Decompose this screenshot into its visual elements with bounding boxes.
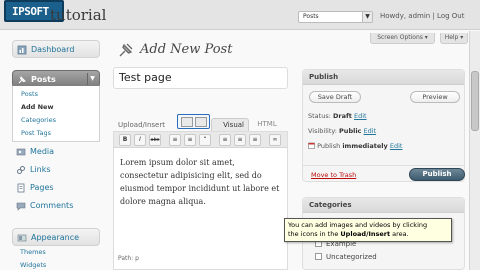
italic-icon[interactable]: I (134, 134, 146, 146)
visibility-value: Public (339, 127, 362, 135)
dashboard-icon (17, 45, 27, 55)
submenu-add-new[interactable]: Add New (21, 103, 53, 111)
publish-schedule-value: immediately (342, 142, 388, 150)
edit-status-link[interactable]: Edit (354, 112, 367, 120)
upload-insert-label: Upload/Insert (118, 121, 165, 129)
align-center-icon[interactable]: ≡ (234, 134, 246, 146)
submenu-widgets[interactable]: Widgets (20, 261, 46, 269)
menu-appearance-label: Appearance (31, 233, 80, 242)
tab-html-label: HTML (257, 120, 277, 128)
upload-insert-tooltip: You can add images and videos by clickin… (284, 218, 452, 242)
publish-box-title: Publish (309, 73, 339, 81)
pages-icon (17, 183, 25, 193)
menu-pages[interactable]: Pages (14, 180, 102, 196)
tab-visual-label: Visual (223, 121, 244, 129)
status-label: Status: (308, 112, 331, 120)
logo-text: IPSOFT (12, 5, 49, 18)
tooltip-line-1: You can add images and videos by clickin… (288, 221, 428, 229)
pin-icon (18, 76, 26, 84)
admin-sidebar: Dashboard Posts ▼ Posts Add New Categori… (0, 31, 108, 270)
favorite-actions-select[interactable]: Posts ▼ (298, 11, 373, 23)
numbered-list-icon[interactable]: ≡ (184, 134, 196, 146)
user-greeting[interactable]: Howdy, admin | Log Out (380, 12, 464, 20)
menu-appearance[interactable]: Appearance (12, 228, 100, 246)
chevron-down-icon[interactable]: ▼ (87, 73, 97, 85)
category-label: Uncategorized (326, 253, 377, 261)
appearance-icon (17, 234, 27, 242)
bold-icon[interactable]: B (119, 134, 131, 146)
publish-box: Publish Save Draft Preview Status: Draft… (302, 69, 465, 182)
menu-media[interactable]: Media (14, 144, 102, 160)
posts-submenu: Posts Add New Categories Post Tags (12, 86, 100, 142)
screen-options-tab[interactable]: Screen Options ▾ (370, 33, 435, 44)
status-row: Status: Draft Edit (308, 112, 367, 120)
align-left-icon[interactable]: ≡ (219, 134, 231, 146)
publish-box-header[interactable]: Publish (303, 70, 464, 85)
editor-content[interactable]: Lorem ipsum dolor sit amet, consectetur … (120, 156, 285, 208)
tab-visual[interactable]: Visual (211, 118, 249, 131)
link-icon (17, 166, 25, 174)
menu-dashboard[interactable]: Dashboard (12, 40, 100, 58)
scrollbar-thumb[interactable] (471, 71, 479, 131)
chevron-down-icon: ▼ (362, 12, 372, 22)
media-icon (16, 148, 26, 156)
post-title-value: Test page (119, 71, 172, 84)
category-item[interactable]: Uncategorized (315, 253, 377, 261)
edit-visibility-link[interactable]: Edit (363, 127, 376, 135)
post-editor[interactable]: B I abc ≡ ≡ “ ≡ ≡ ≡ ∞ Lorem ipsum dolor … (113, 131, 288, 270)
link-icon[interactable]: ∞ (269, 134, 281, 146)
favorite-actions-value: Posts (303, 13, 319, 20)
menu-comments[interactable]: Comments (14, 198, 102, 214)
visibility-row: Visibility: Public Edit (308, 127, 376, 135)
menu-links-label: Links (30, 165, 51, 174)
submenu-post-tags[interactable]: Post Tags (21, 129, 51, 137)
add-video-icon[interactable] (195, 117, 207, 127)
calendar-icon (308, 142, 315, 149)
submenu-categories[interactable]: Categories (21, 116, 56, 124)
submenu-posts[interactable]: Posts (21, 90, 38, 98)
menu-posts-label: Posts (31, 75, 56, 84)
tab-html[interactable]: HTML (252, 118, 282, 131)
move-to-trash-link[interactable]: Move to Trash (311, 171, 356, 179)
publish-label: Publish (317, 142, 341, 150)
admin-header: IPSOFT tutorial Posts ▼ Howdy, admin | L… (0, 0, 480, 30)
categories-box-header[interactable]: Categories (303, 198, 464, 213)
menu-comments-label: Comments (30, 201, 74, 210)
submenu-themes[interactable]: Themes (20, 248, 46, 256)
bulleted-list-icon[interactable]: ≡ (169, 134, 181, 146)
comments-icon (16, 202, 26, 211)
post-title-field[interactable]: Test page (113, 67, 288, 89)
visibility-label: Visibility: (308, 127, 337, 135)
publish-button[interactable]: Publish (409, 168, 465, 181)
menu-pages-label: Pages (30, 183, 54, 192)
status-value: Draft (332, 112, 352, 120)
edit-schedule-link[interactable]: Edit (390, 142, 403, 150)
category-checkbox[interactable] (315, 253, 322, 260)
align-right-icon[interactable]: ≡ (249, 134, 261, 146)
site-title[interactable]: tutorial (50, 6, 106, 24)
divider (303, 165, 464, 166)
pin-icon (119, 43, 133, 57)
menu-links[interactable]: Links (14, 162, 102, 178)
page-scrollbar[interactable] (469, 31, 480, 270)
editor-path: Path: p (118, 255, 139, 262)
add-image-icon[interactable] (181, 117, 193, 127)
save-draft-button[interactable]: Save Draft (309, 91, 361, 103)
strikethrough-icon[interactable]: abc (149, 134, 161, 146)
categories-title: Categories (309, 201, 352, 209)
upload-insert-buttons (177, 114, 210, 129)
preview-button[interactable]: Preview (410, 91, 460, 103)
schedule-row: Publish immediately Edit (308, 142, 402, 150)
blockquote-icon[interactable]: “ (199, 134, 211, 146)
page-title: Add New Post (140, 42, 233, 57)
menu-media-label: Media (30, 147, 55, 156)
help-tab[interactable]: Help ▾ (440, 33, 468, 44)
tooltip-line-2: the icons in the Upload/Insert area. (288, 230, 409, 238)
menu-dashboard-label: Dashboard (31, 45, 75, 54)
editor-toolbar: B I abc ≡ ≡ “ ≡ ≡ ≡ ∞ (114, 132, 287, 148)
